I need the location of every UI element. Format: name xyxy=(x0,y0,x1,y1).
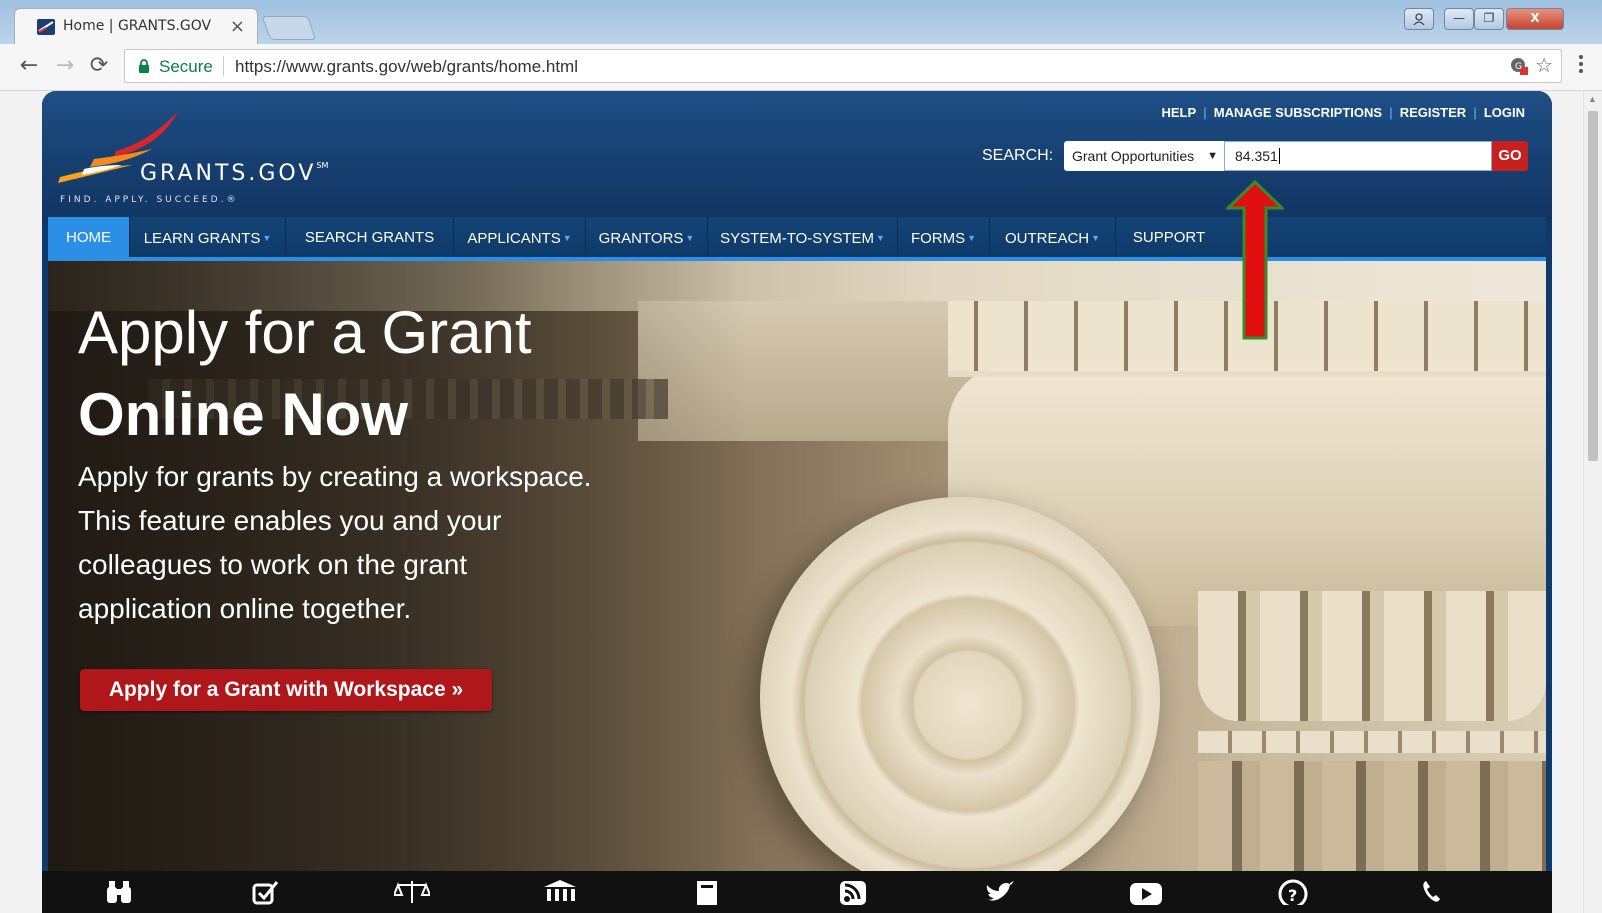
site-tagline: FIND. APPLY. SUCCEED.® xyxy=(60,195,239,205)
service-mark: SM xyxy=(316,161,329,170)
manage-subscriptions-link[interactable]: MANAGE SUBSCRIPTIONS xyxy=(1207,105,1389,120)
minimize-button[interactable]: — xyxy=(1444,8,1474,30)
annotation-arrow-up-icon xyxy=(1224,179,1286,345)
site-logo-text[interactable]: GRANTS.GOVSM xyxy=(140,161,328,186)
tab-close-icon[interactable]: × xyxy=(230,16,245,37)
url-text[interactable]: https://www.grants.gov/web/grants/home.h… xyxy=(235,57,578,77)
grants-favicon-icon xyxy=(37,19,55,35)
tab-title: Home | GRANTS.GOV xyxy=(63,18,212,34)
nav-forms[interactable]: FORMS ▼ xyxy=(898,217,990,257)
forward-button[interactable]: → xyxy=(52,53,78,79)
reload-button[interactable]: ⟳ xyxy=(86,53,112,79)
binoculars-icon[interactable] xyxy=(104,879,134,909)
search-scope-value: Grant Opportunities xyxy=(1072,148,1195,164)
checkbox-icon[interactable] xyxy=(250,879,280,909)
search-label: SEARCH: xyxy=(982,147,1054,164)
close-window-button[interactable]: X xyxy=(1506,8,1564,30)
nav-learn-grants[interactable]: LEARN GRANTS ▼ xyxy=(130,217,286,257)
back-button[interactable]: ← xyxy=(16,53,42,79)
browser-tab-active[interactable]: Home | GRANTS.GOV × xyxy=(14,8,258,44)
search-scope-select[interactable]: Grant Opportunities ▼ xyxy=(1064,141,1224,171)
utility-links: HELP | MANAGE SUBSCRIPTIONS | REGISTER |… xyxy=(1154,105,1532,120)
scroll-thumb[interactable] xyxy=(1588,111,1598,461)
hero-bg-flutes xyxy=(1198,591,1546,721)
register-link[interactable]: REGISTER xyxy=(1393,105,1473,120)
hero-title-line1: Apply for a Grant xyxy=(78,299,532,366)
address-bar[interactable]: Secure https://www.grants.gov/web/grants… xyxy=(124,49,1562,83)
nav-support[interactable]: SUPPORT xyxy=(1116,217,1222,257)
maximize-button[interactable]: ❐ xyxy=(1474,8,1504,30)
help-link[interactable]: HELP xyxy=(1154,105,1203,120)
nav-applicants[interactable]: APPLICANTS ▼ xyxy=(454,217,586,257)
search-input[interactable]: 84.351 xyxy=(1224,141,1492,171)
svg-text:G: G xyxy=(1515,62,1522,72)
bank-icon[interactable] xyxy=(542,879,576,909)
page-scrollbar[interactable]: ▲ xyxy=(1583,91,1602,913)
nav-system-to-system[interactable]: SYSTEM-TO-SYSTEM ▼ xyxy=(708,217,898,257)
search-go-button[interactable]: GO xyxy=(1492,141,1528,171)
browser-toolbar: ← → ⟳ Secure https://www.grants.gov/web/… xyxy=(0,44,1602,91)
hero-bg-volute xyxy=(760,497,1160,897)
bookmark-star-icon[interactable]: ☆ xyxy=(1535,53,1553,77)
browser-titlebar: Home | GRANTS.GOV × — ❐ X xyxy=(0,0,1602,44)
translate-icon[interactable]: G xyxy=(1509,56,1529,81)
quick-links-bar: ? xyxy=(42,871,1552,913)
phone-icon[interactable] xyxy=(1416,879,1446,909)
login-link[interactable]: LOGIN xyxy=(1477,105,1532,120)
nav-dropdown-icon: ▼ xyxy=(967,233,977,243)
new-tab-button[interactable] xyxy=(261,16,317,40)
nav-dropdown-icon: ▼ xyxy=(685,233,695,243)
hero-banner: Apply for a Grant Online Now Apply for g… xyxy=(48,261,1546,913)
nav-dropdown-icon: ▼ xyxy=(262,233,272,243)
main-navigation: HOME LEARN GRANTS ▼ SEARCH GRANTS APPLICA… xyxy=(48,217,1546,261)
help-icon[interactable]: ? xyxy=(1278,879,1308,909)
youtube-icon[interactable] xyxy=(1128,879,1162,909)
profile-icon[interactable] xyxy=(1404,8,1434,30)
scroll-up-arrow-icon[interactable]: ▲ xyxy=(1588,94,1597,104)
nav-home[interactable]: HOME xyxy=(48,217,130,257)
chevron-down-icon: ▼ xyxy=(1207,150,1218,162)
nav-grantors[interactable]: GRANTORS ▼ xyxy=(586,217,708,257)
hero-title-line2: Online Now xyxy=(78,381,408,448)
nav-dropdown-icon: ▼ xyxy=(875,233,885,243)
rss-icon[interactable] xyxy=(838,879,868,909)
svg-text:?: ? xyxy=(1288,886,1297,905)
site-header: GRANTS.GOVSM FIND. APPLY. SUCCEED.® HELP… xyxy=(42,91,1552,222)
grants-site: GRANTS.GOVSM FIND. APPLY. SUCCEED.® HELP… xyxy=(42,91,1552,913)
hero-description: Apply for grants by creating a workspace… xyxy=(78,461,592,624)
browser-menu-icon[interactable] xyxy=(1574,52,1588,76)
book-icon[interactable] xyxy=(692,879,722,909)
scales-icon[interactable] xyxy=(392,879,432,909)
apply-workspace-button[interactable]: Apply for a Grant with Workspace » xyxy=(80,669,492,711)
address-divider xyxy=(223,56,224,76)
nav-dropdown-icon: ▼ xyxy=(562,233,572,243)
nav-dropdown-icon: ▼ xyxy=(1091,233,1101,243)
nav-search-grants[interactable]: SEARCH GRANTS xyxy=(286,217,454,257)
lock-icon xyxy=(137,58,151,79)
page-viewport: ▲ GRANTS.GOVSM FIND. APPLY. SUCCEED.® HE… xyxy=(0,91,1602,913)
nav-outreach[interactable]: OUTREACH ▼ xyxy=(990,217,1116,257)
hero-bg-beads xyxy=(1198,731,1546,753)
secure-label: Secure xyxy=(159,57,213,76)
twitter-icon[interactable] xyxy=(984,879,1014,909)
